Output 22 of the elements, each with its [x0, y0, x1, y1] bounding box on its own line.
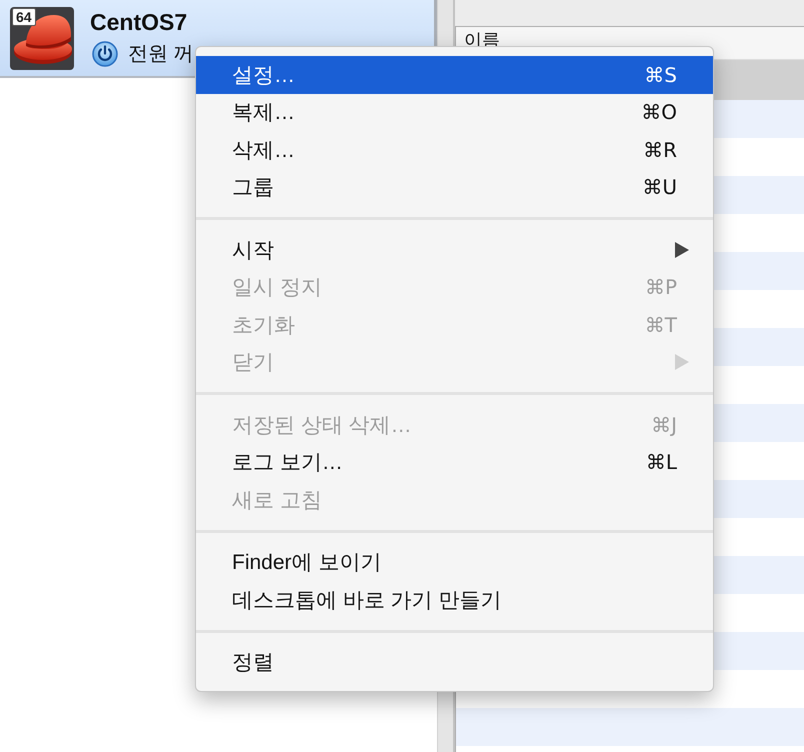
vm-name: CentOS7 — [90, 9, 188, 36]
shortcut-label: ⌘L — [646, 450, 677, 474]
menu-item[interactable]: 삭제… ⌘R — [196, 131, 713, 168]
menu-item[interactable]: 시작 — [196, 231, 713, 268]
menu-item[interactable]: 그룹 ⌘U — [196, 168, 713, 206]
power-icon — [92, 40, 118, 66]
hat-icon — [10, 6, 74, 70]
menu-item[interactable]: 로그 보기… ⌘L — [196, 444, 713, 481]
menu-item[interactable]: 설정… ⌘S — [196, 56, 713, 94]
vm-status: 전원 꺼 — [128, 42, 194, 67]
menu-item[interactable]: Finder에 보이기 — [196, 544, 713, 581]
shortcut-label: ⌘S — [644, 62, 677, 87]
menu-item[interactable]: 복제… ⌘O — [196, 94, 713, 131]
shortcut-label: ⌘J — [651, 412, 677, 437]
bit-badge: 64 — [12, 8, 36, 26]
shortcut-label: ⌘U — [642, 175, 677, 200]
shortcut-label: ⌘R — [643, 138, 677, 162]
shortcut-label: ⌘O — [641, 100, 677, 124]
shortcut-label: ⌘T — [644, 312, 677, 337]
menu-item[interactable]: 정렬 — [196, 644, 713, 681]
shortcut-label: ⌘P — [644, 275, 677, 300]
menu-item[interactable]: 데스크톱에 바로 가기 만들기 — [196, 581, 713, 618]
